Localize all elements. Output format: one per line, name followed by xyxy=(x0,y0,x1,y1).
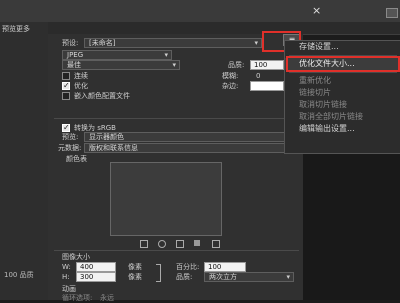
metadata-label: 元数据: xyxy=(58,144,82,152)
right-panel xyxy=(303,152,400,300)
resample-label: 品质: xyxy=(176,273,193,281)
matte-label: 杂边: xyxy=(222,82,239,90)
link-icon[interactable] xyxy=(156,264,161,282)
image-size-divider xyxy=(54,250,299,251)
close-icon[interactable]: × xyxy=(312,5,321,16)
loop-label: 循环选项: xyxy=(62,294,93,302)
restore-icon[interactable] xyxy=(386,8,398,18)
quality-input[interactable]: 100 xyxy=(250,60,284,70)
new-icon[interactable] xyxy=(194,240,200,246)
preview-label: 预览: xyxy=(62,133,79,141)
loop-value[interactable]: 永远 xyxy=(100,293,114,303)
color-table-area xyxy=(110,162,222,236)
menu-item-unlink-all-slices[interactable]: 取消全部切片链接 xyxy=(285,111,400,123)
embed-profile-label: 嵌入颜色配置文件 xyxy=(74,92,130,100)
height-label: H: xyxy=(62,273,70,281)
menu-item-highlight xyxy=(286,56,400,72)
height-unit: 像素 xyxy=(128,273,142,281)
width-label: W: xyxy=(62,263,71,271)
delete-icon[interactable] xyxy=(212,240,220,248)
menu-item-repopulate[interactable]: 重新优化 xyxy=(285,75,400,87)
image-size-header: 图像大小 xyxy=(62,253,90,261)
quality-label: 品质: xyxy=(228,61,245,69)
map-icon[interactable] xyxy=(140,240,148,248)
menu-item-unlink-slices[interactable]: 取消切片链接 xyxy=(285,99,400,111)
lock-icon[interactable] xyxy=(176,240,184,248)
left-preview-panel xyxy=(0,22,49,300)
menu-item-edit-output-settings[interactable]: 编辑输出设置... xyxy=(285,123,400,135)
optimize-checkbox[interactable] xyxy=(62,81,70,90)
title-bar xyxy=(0,0,400,23)
left-status-text: 100 品质 xyxy=(4,271,34,279)
matte-color-swatch[interactable] xyxy=(250,81,284,91)
optimize-label: 优化 xyxy=(74,82,88,90)
menu-separator xyxy=(289,72,397,73)
resample-select[interactable]: 两次立方 xyxy=(204,272,294,282)
width-input[interactable]: 400 xyxy=(76,262,116,272)
blur-value[interactable]: 0 xyxy=(256,71,260,81)
width-unit: 像素 xyxy=(128,263,142,271)
menu-item-save-settings[interactable]: 存储设置... xyxy=(285,41,400,53)
blur-label: 模糊: xyxy=(222,72,239,80)
metadata-select[interactable]: 版权和联系信息 xyxy=(84,143,296,153)
format-select[interactable]: JPEG xyxy=(62,50,172,60)
preset-select[interactable]: [未命名] xyxy=(84,38,262,48)
quality-level-select[interactable]: 最佳 xyxy=(62,60,180,70)
percent-label: 百分比: xyxy=(176,263,200,271)
percent-input[interactable]: 100 xyxy=(204,262,246,272)
embed-profile-checkbox[interactable] xyxy=(62,92,70,100)
color-table-icons xyxy=(140,240,250,248)
preset-label: 预设: xyxy=(62,39,79,47)
color-table-label: 颜色表 xyxy=(66,155,87,163)
progressive-label: 连续 xyxy=(74,72,88,80)
progressive-checkbox[interactable] xyxy=(62,72,70,80)
preview-tab[interactable]: 预览更多 xyxy=(2,24,30,34)
menu-item-link-slices[interactable]: 链接切片 xyxy=(285,87,400,99)
preview-select[interactable]: 显示器颜色 xyxy=(84,132,296,142)
convert-srgb-checkbox[interactable] xyxy=(62,123,70,132)
height-input[interactable]: 300 xyxy=(76,272,116,282)
web-icon[interactable] xyxy=(158,240,166,248)
section-divider xyxy=(54,118,299,119)
